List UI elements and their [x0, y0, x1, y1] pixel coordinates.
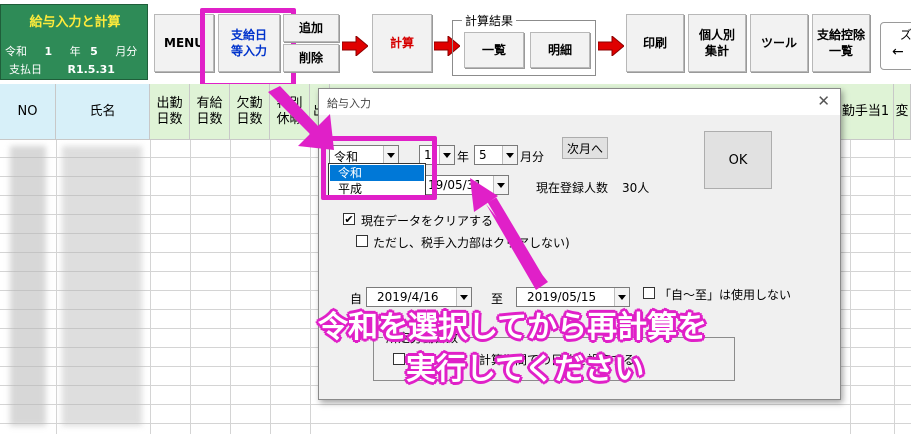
annotation-arrow-icon — [487, 197, 547, 287]
annotation-arrow-icon — [268, 86, 334, 150]
annotation-line-2: 実行してください — [406, 352, 645, 387]
annotation-line-1: 令和を選択してから再計算を — [318, 310, 708, 345]
